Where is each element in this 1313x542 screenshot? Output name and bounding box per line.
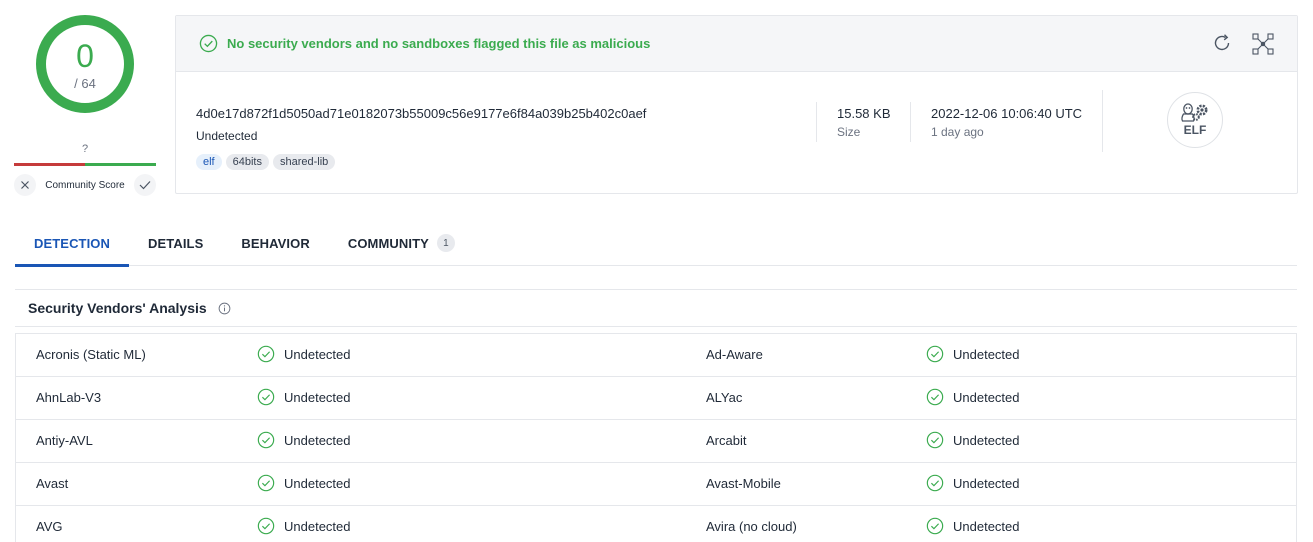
vote-malicious-button[interactable] (14, 174, 36, 196)
vendor-result: Undetected (257, 345, 351, 363)
vendor-name[interactable]: Avast-Mobile (706, 476, 781, 491)
vendor-name[interactable]: AVG (36, 519, 63, 534)
community-score-row: Community Score (14, 173, 156, 197)
vendor-name[interactable]: Avast (36, 476, 68, 491)
community-score-label: Community Score (45, 179, 125, 191)
check-icon (139, 181, 151, 190)
verdict-message: No security vendors and no sandboxes fla… (227, 36, 651, 51)
vendor-name[interactable]: Acronis (Static ML) (36, 347, 146, 362)
vendor-name[interactable]: Antiy-AVL (36, 433, 93, 448)
vendor-name[interactable]: ALYac (706, 390, 742, 405)
similar-files-icon[interactable] (1251, 32, 1275, 56)
vendors-section-header: Security Vendors' Analysis (15, 289, 1297, 327)
vendor-result-text: Undetected (953, 475, 1020, 491)
check-circle-icon (257, 474, 275, 492)
tab-label: DETECTION (34, 235, 111, 251)
check-circle-icon (926, 388, 944, 406)
banner-actions (1211, 32, 1275, 56)
tab-behavior[interactable]: BEHAVIOR (222, 220, 328, 266)
close-icon (21, 181, 29, 189)
check-circle-icon (257, 388, 275, 406)
file-summary-card: No security vendors and no sandboxes fla… (175, 15, 1298, 194)
file-type-badge: ELF (1167, 92, 1223, 148)
vendor-result-text: Undetected (284, 432, 351, 448)
file-type-label: ELF (1184, 123, 1207, 137)
detection-count: 0 (76, 38, 94, 74)
tag-64bits[interactable]: 64bits (225, 154, 269, 170)
linux-elf-icon: ELF (1181, 103, 1208, 137)
vendor-results-table: Acronis (Static ML) Undetected Ad-Aware … (15, 333, 1297, 542)
info-icon[interactable] (218, 302, 231, 315)
vendor-result-text: Undetected (953, 389, 1020, 405)
report-tabs: DETECTION DETAILS BEHAVIOR COMMUNITY 1 (15, 220, 1297, 267)
check-circle-icon (257, 517, 275, 535)
file-status: Undetected (196, 129, 258, 143)
vendor-result-text: Undetected (953, 432, 1020, 448)
vendor-result: Undetected (926, 474, 1020, 492)
community-count-badge: 1 (436, 234, 455, 252)
tab-label: COMMUNITY (347, 235, 429, 251)
divider (1102, 90, 1103, 152)
verdict-banner: No security vendors and no sandboxes fla… (176, 16, 1297, 72)
vendor-result: Undetected (926, 517, 1020, 535)
tab-label: BEHAVIOR (241, 235, 310, 251)
file-tags: elf 64bits shared-lib (196, 154, 336, 170)
reanalyze-icon[interactable] (1211, 32, 1233, 54)
vendor-result: Undetected (257, 517, 351, 535)
vendor-row: AVG Undetected Avira (no cloud) Undetect… (16, 506, 1296, 542)
check-circle-icon (926, 517, 944, 535)
vendor-result-text: Undetected (284, 389, 351, 405)
divider (910, 102, 911, 142)
check-circle-icon (257, 345, 275, 363)
vendor-row: Acronis (Static ML) Undetected Ad-Aware … (16, 334, 1296, 377)
check-circle-icon (199, 34, 218, 53)
vendor-name[interactable]: AhnLab-V3 (36, 390, 101, 405)
tab-community[interactable]: COMMUNITY 1 (329, 220, 474, 266)
file-hash[interactable]: 4d0e17d872f1d5050ad71e0182073b55009c56e9… (196, 106, 646, 121)
community-score-bar (14, 163, 156, 166)
detection-score-gauge: 0 / 64 (35, 14, 135, 114)
community-score-value: ? (81, 143, 89, 155)
check-circle-icon (926, 345, 944, 363)
check-circle-icon (257, 431, 275, 449)
section-title: Security Vendors' Analysis (28, 300, 207, 316)
vendor-result-text: Undetected (953, 518, 1020, 534)
vendor-result: Undetected (257, 431, 351, 449)
file-info: 4d0e17d872f1d5050ad71e0182073b55009c56e9… (176, 72, 1297, 194)
vendor-name[interactable]: Ad-Aware (706, 347, 763, 362)
check-circle-icon (926, 474, 944, 492)
vendor-result: Undetected (926, 345, 1020, 363)
divider (816, 102, 817, 142)
analysis-date-relative: 1 day ago (931, 125, 984, 139)
vendor-row: Antiy-AVL Undetected Arcabit Undetected (16, 420, 1296, 463)
tab-label: DETAILS (148, 235, 204, 251)
vendor-result: Undetected (926, 431, 1020, 449)
tag-elf[interactable]: elf (196, 154, 222, 170)
check-circle-icon (926, 431, 944, 449)
vendor-result-text: Undetected (284, 518, 351, 534)
vendor-result: Undetected (257, 388, 351, 406)
file-size-label: Size (837, 125, 861, 139)
analysis-date: 2022-12-06 10:06:40 UTC (931, 106, 1083, 121)
engine-total: / 64 (74, 76, 96, 91)
tag-shared-lib[interactable]: shared-lib (272, 154, 336, 170)
vendor-result-text: Undetected (284, 475, 351, 491)
vendor-result: Undetected (257, 474, 351, 492)
vendor-result-text: Undetected (953, 346, 1020, 362)
tab-detection[interactable]: DETECTION (15, 220, 130, 267)
vendor-name[interactable]: Arcabit (706, 433, 746, 448)
file-size-value: 15.58 KB (837, 106, 891, 121)
tab-details[interactable]: DETAILS (129, 220, 222, 266)
vendor-row: Avast Undetected Avast-Mobile Undetected (16, 463, 1296, 506)
vendor-row: AhnLab-V3 Undetected ALYac Undetected (16, 377, 1296, 420)
vendor-result: Undetected (926, 388, 1020, 406)
vendor-result-text: Undetected (284, 346, 351, 362)
vendor-name[interactable]: Avira (no cloud) (706, 519, 797, 534)
vote-harmless-button[interactable] (134, 174, 156, 196)
